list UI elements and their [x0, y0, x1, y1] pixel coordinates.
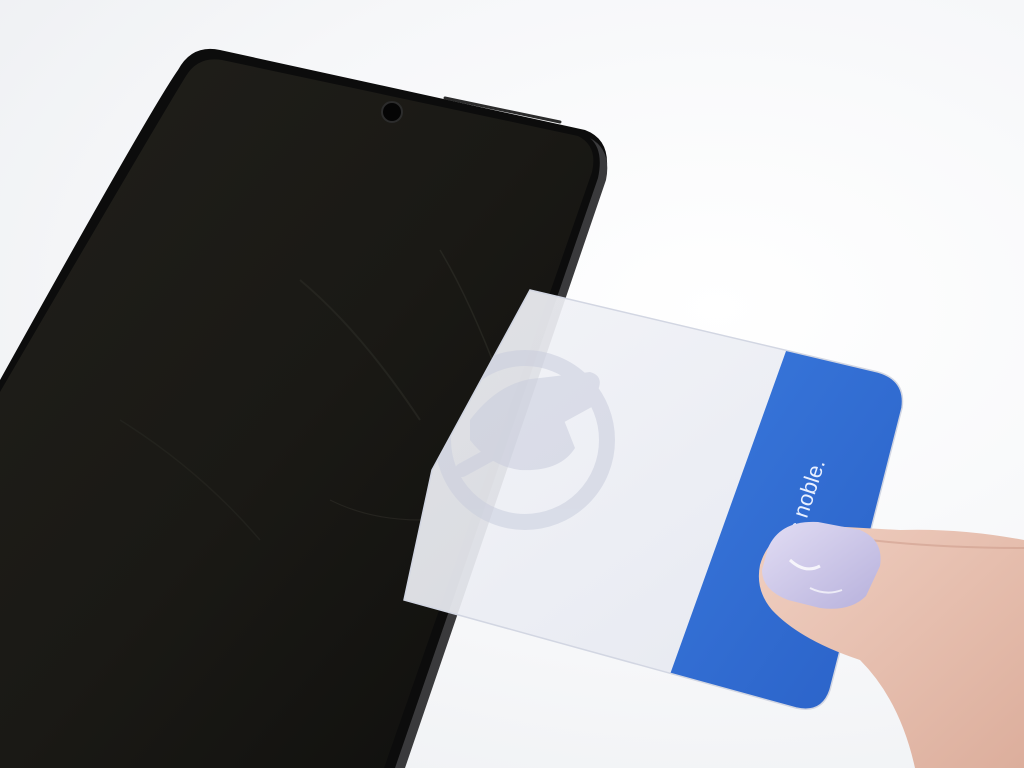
photo-scene: is noble. [0, 0, 1024, 768]
thumbnail-nail [762, 521, 881, 609]
front-camera-icon [381, 101, 403, 123]
photo-illustration: is noble. [0, 48, 1024, 768]
